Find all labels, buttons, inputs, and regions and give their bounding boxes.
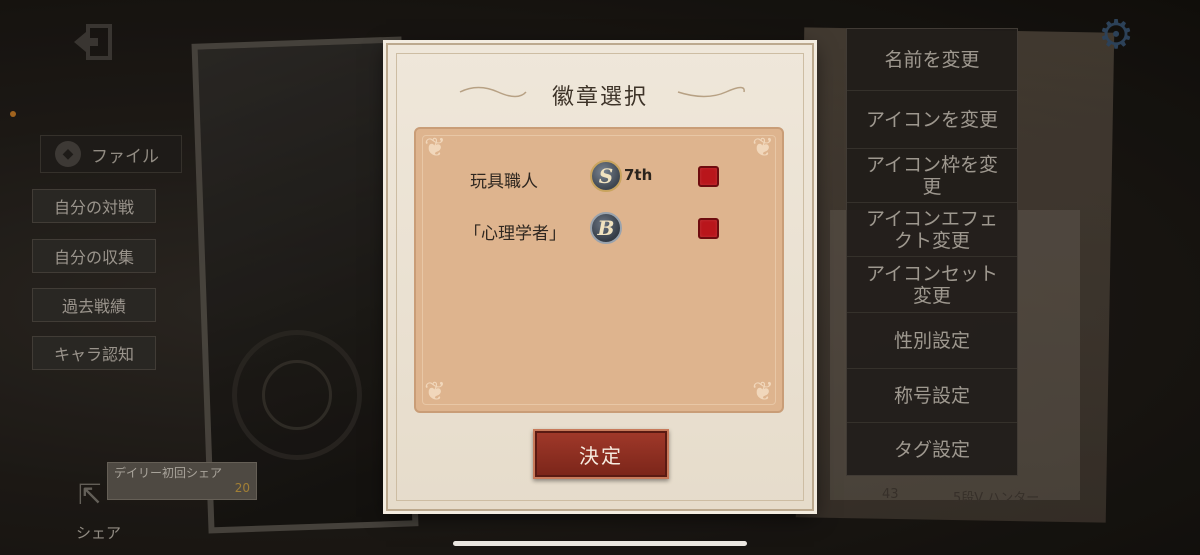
badge-row[interactable]: 「心理学者」 B [416,211,782,251]
badge-select-dialog: 徽章選択 ❦ ❦ ❦ ❦ 玩具職人 S 7th 「心理学者」 B 決定 [386,43,814,511]
badge-b-icon: B [590,212,622,244]
badge-rank: 7th [624,166,653,184]
home-indicator [453,541,747,546]
badge-name: 「心理学者」 [464,224,566,244]
badge-name: 玩具職人 [470,172,538,192]
dialog-title: 徽章選択 [551,85,648,110]
badge-list-panel: ❦ ❦ ❦ ❦ 玩具職人 S 7th 「心理学者」 B [414,127,784,413]
badge-select-checkbox[interactable] [698,166,719,187]
ornament-right-icon [677,86,745,98]
badge-s-icon: S [590,160,622,192]
confirm-button[interactable]: 決定 [533,429,669,479]
corner-flourish-icon: ❦ [424,377,446,407]
badge-select-checkbox[interactable] [698,218,719,239]
corner-flourish-icon: ❦ [752,377,774,407]
badge-row[interactable]: 玩具職人 S 7th [416,159,782,199]
